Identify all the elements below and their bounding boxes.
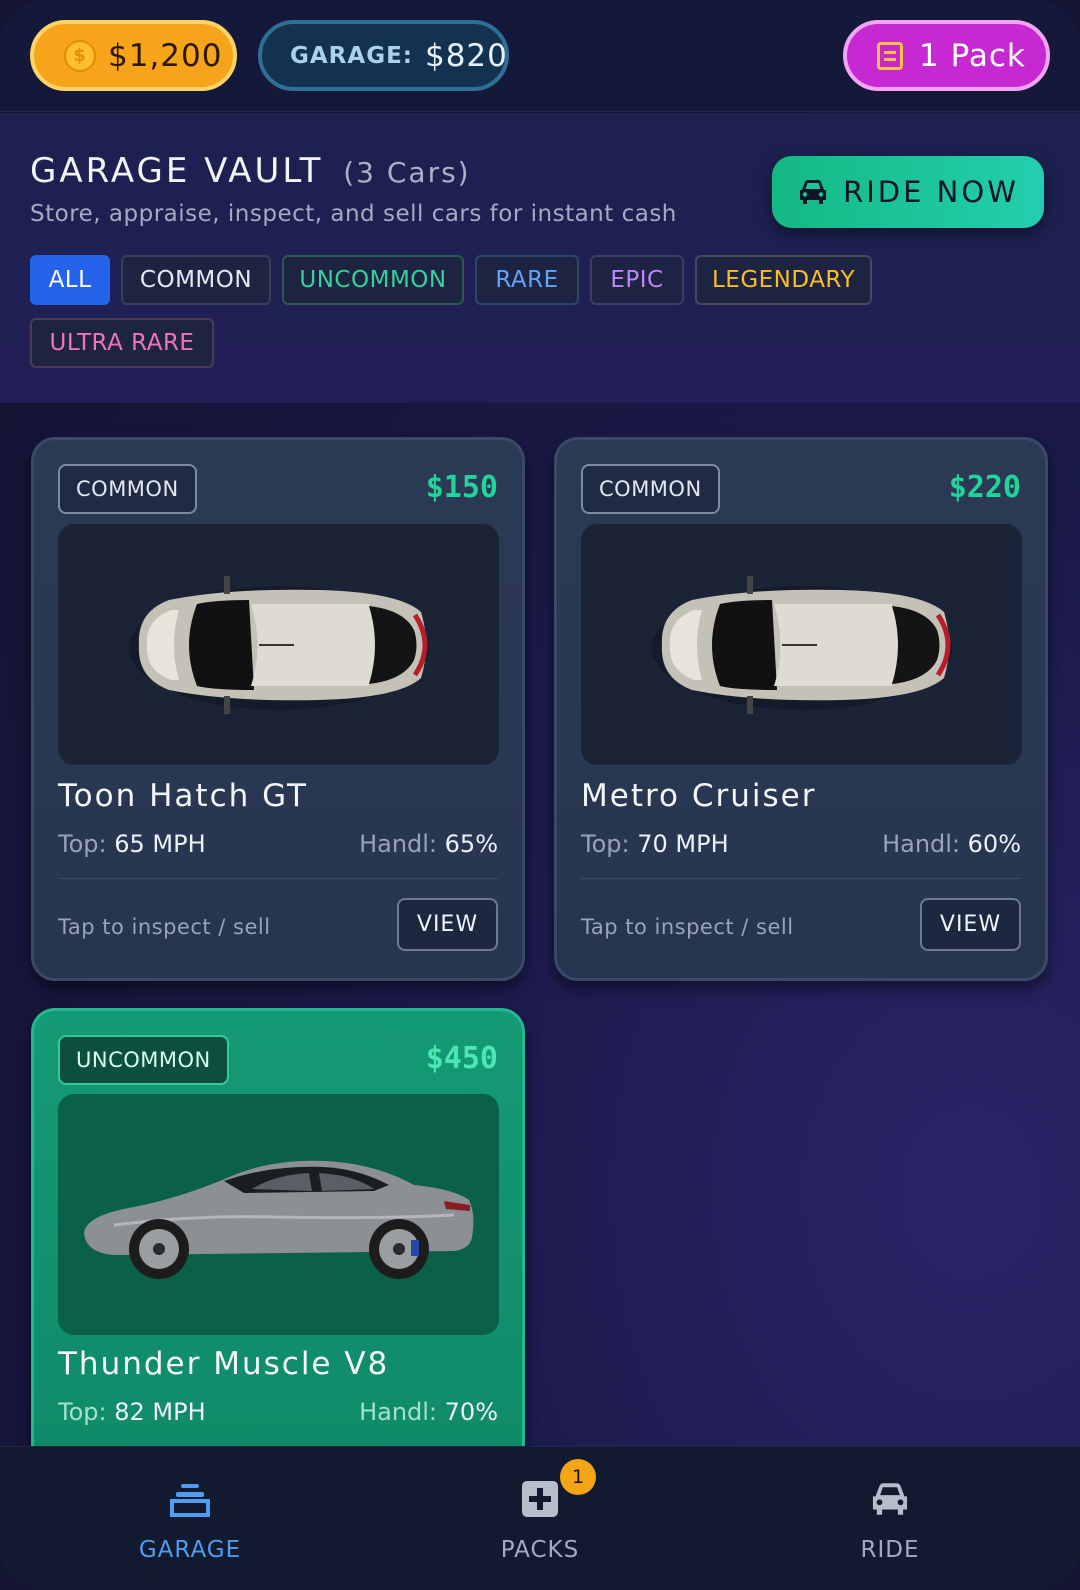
- stat-key: Top:: [58, 830, 107, 858]
- page-subtitle: Store, appraise, inspect, and sell cars …: [30, 201, 677, 227]
- pack-icon: [877, 41, 903, 70]
- car-top-view-image: [651, 575, 952, 714]
- stat-key: Top:: [58, 1398, 107, 1426]
- top-speed-stat: Top: 70 MPH: [581, 830, 729, 858]
- car-name: Metro Cruiser: [581, 778, 817, 814]
- car-card[interactable]: COMMON $220 Metro Cruiser Top: 70 MPH Ha…: [554, 437, 1048, 981]
- filter-uncommon[interactable]: UNCOMMON: [282, 255, 464, 305]
- car-image-frame: [581, 524, 1022, 765]
- filter-label: ULTRA RARE: [49, 330, 195, 356]
- stat-value: 82 MPH: [114, 1398, 206, 1426]
- car-stats: Top: 70 MPH Handl: 60%: [581, 830, 1021, 858]
- nav-ride-label: RIDE: [860, 1537, 920, 1563]
- card-divider: [581, 878, 1021, 879]
- stat-value: 60%: [967, 830, 1021, 858]
- page-title-text: GARAGE VAULT: [30, 151, 324, 191]
- car-image-frame: [58, 524, 499, 765]
- car-card[interactable]: UNCOMMON $450 Thunder Muscle V8 Top: 82: [31, 1008, 525, 1468]
- filter-epic[interactable]: EPIC: [590, 255, 684, 305]
- garage-value-pill[interactable]: GARAGE: $820: [258, 20, 509, 91]
- bottom-nav: GARAGE 1 PACKS RIDE: [0, 1446, 1080, 1590]
- stat-key: Handl:: [359, 830, 438, 858]
- car-card[interactable]: COMMON $150 Toon Hatch GT Top: 65 MPH Ha…: [31, 437, 525, 981]
- filter-all[interactable]: ALL: [30, 255, 110, 305]
- stat-value: 65%: [444, 830, 498, 858]
- stat-value: 70%: [444, 1398, 498, 1426]
- nav-packs-label: PACKS: [500, 1537, 580, 1563]
- filter-label: ALL: [48, 267, 92, 293]
- filter-label: COMMON: [139, 267, 253, 293]
- pack-plus-icon: 1: [520, 1459, 596, 1521]
- ride-now-button[interactable]: RIDE NOW: [772, 156, 1044, 228]
- coin-balance[interactable]: $ $1,200: [30, 20, 237, 91]
- garage-header: GARAGE VAULT (3 Cars) Store, appraise, i…: [0, 113, 1080, 403]
- garage-value-label: GARAGE:: [290, 42, 413, 69]
- garage-value-amount: $820: [424, 37, 508, 74]
- car-price: $220: [948, 470, 1021, 505]
- rarity-badge: UNCOMMON: [58, 1035, 229, 1085]
- car-price: $150: [425, 470, 498, 505]
- top-speed-stat: Top: 82 MPH: [58, 1398, 206, 1426]
- card-hint: Tap to inspect / sell: [581, 915, 794, 939]
- filter-rare[interactable]: RARE: [475, 255, 579, 305]
- packs-badge: 1: [560, 1459, 596, 1495]
- stat-key: Handl:: [882, 830, 961, 858]
- card-divider: [58, 878, 498, 879]
- coin-balance-value: $1,200: [108, 37, 223, 74]
- car-side-view-image: [83, 1160, 473, 1279]
- rarity-badge: COMMON: [581, 464, 720, 514]
- car-price: $450: [425, 1041, 498, 1076]
- view-button[interactable]: VIEW: [920, 898, 1021, 951]
- card-hint: Tap to inspect / sell: [58, 915, 271, 939]
- handling-stat: Handl: 65%: [359, 830, 498, 858]
- nav-ride[interactable]: RIDE: [710, 1447, 1070, 1590]
- stat-key: Top:: [581, 830, 630, 858]
- nav-garage-label: GARAGE: [138, 1537, 242, 1563]
- coin-icon: $: [64, 39, 96, 72]
- page-title: GARAGE VAULT (3 Cars): [30, 151, 471, 191]
- filter-ultra-rare[interactable]: ULTRA RARE: [30, 318, 214, 368]
- top-speed-stat: Top: 65 MPH: [58, 830, 206, 858]
- car-stats: Top: 65 MPH Handl: 65%: [58, 830, 498, 858]
- stat-value: 65 MPH: [114, 830, 206, 858]
- car-name: Toon Hatch GT: [58, 778, 308, 814]
- nav-garage[interactable]: GARAGE: [10, 1447, 370, 1590]
- stat-value: 70 MPH: [637, 830, 729, 858]
- car-image-frame: [58, 1094, 499, 1335]
- car-top-view-image: [128, 575, 429, 714]
- stat-key: Handl:: [359, 1398, 438, 1426]
- pack-count-pill[interactable]: 1 Pack: [843, 20, 1050, 91]
- top-bar: $ $1,200 GARAGE: $820 1 Pack: [0, 0, 1080, 112]
- car-name: Thunder Muscle V8: [58, 1346, 390, 1382]
- filter-label: UNCOMMON: [299, 267, 447, 293]
- filter-label: LEGENDARY: [711, 267, 855, 293]
- filter-label: RARE: [495, 267, 559, 293]
- filter-legendary[interactable]: LEGENDARY: [695, 255, 872, 305]
- car-count: (3 Cars): [343, 156, 471, 189]
- car-icon: [869, 1477, 911, 1521]
- rarity-badge: COMMON: [58, 464, 197, 514]
- handling-stat: Handl: 70%: [359, 1398, 498, 1426]
- car-icon: [800, 180, 827, 204]
- filter-common[interactable]: COMMON: [121, 255, 271, 305]
- handling-stat: Handl: 60%: [882, 830, 1021, 858]
- car-stats: Top: 82 MPH Handl: 70%: [58, 1398, 498, 1426]
- filter-label: EPIC: [610, 267, 664, 293]
- pack-count: 1 Pack: [919, 37, 1026, 74]
- view-button[interactable]: VIEW: [397, 898, 498, 951]
- nav-packs[interactable]: 1 PACKS: [360, 1447, 720, 1590]
- garage-icon: [170, 1477, 210, 1521]
- app-screen: $ $1,200 GARAGE: $820 1 Pack GARAGE VAUL…: [0, 0, 1080, 1590]
- ride-now-label: RIDE NOW: [843, 175, 1019, 209]
